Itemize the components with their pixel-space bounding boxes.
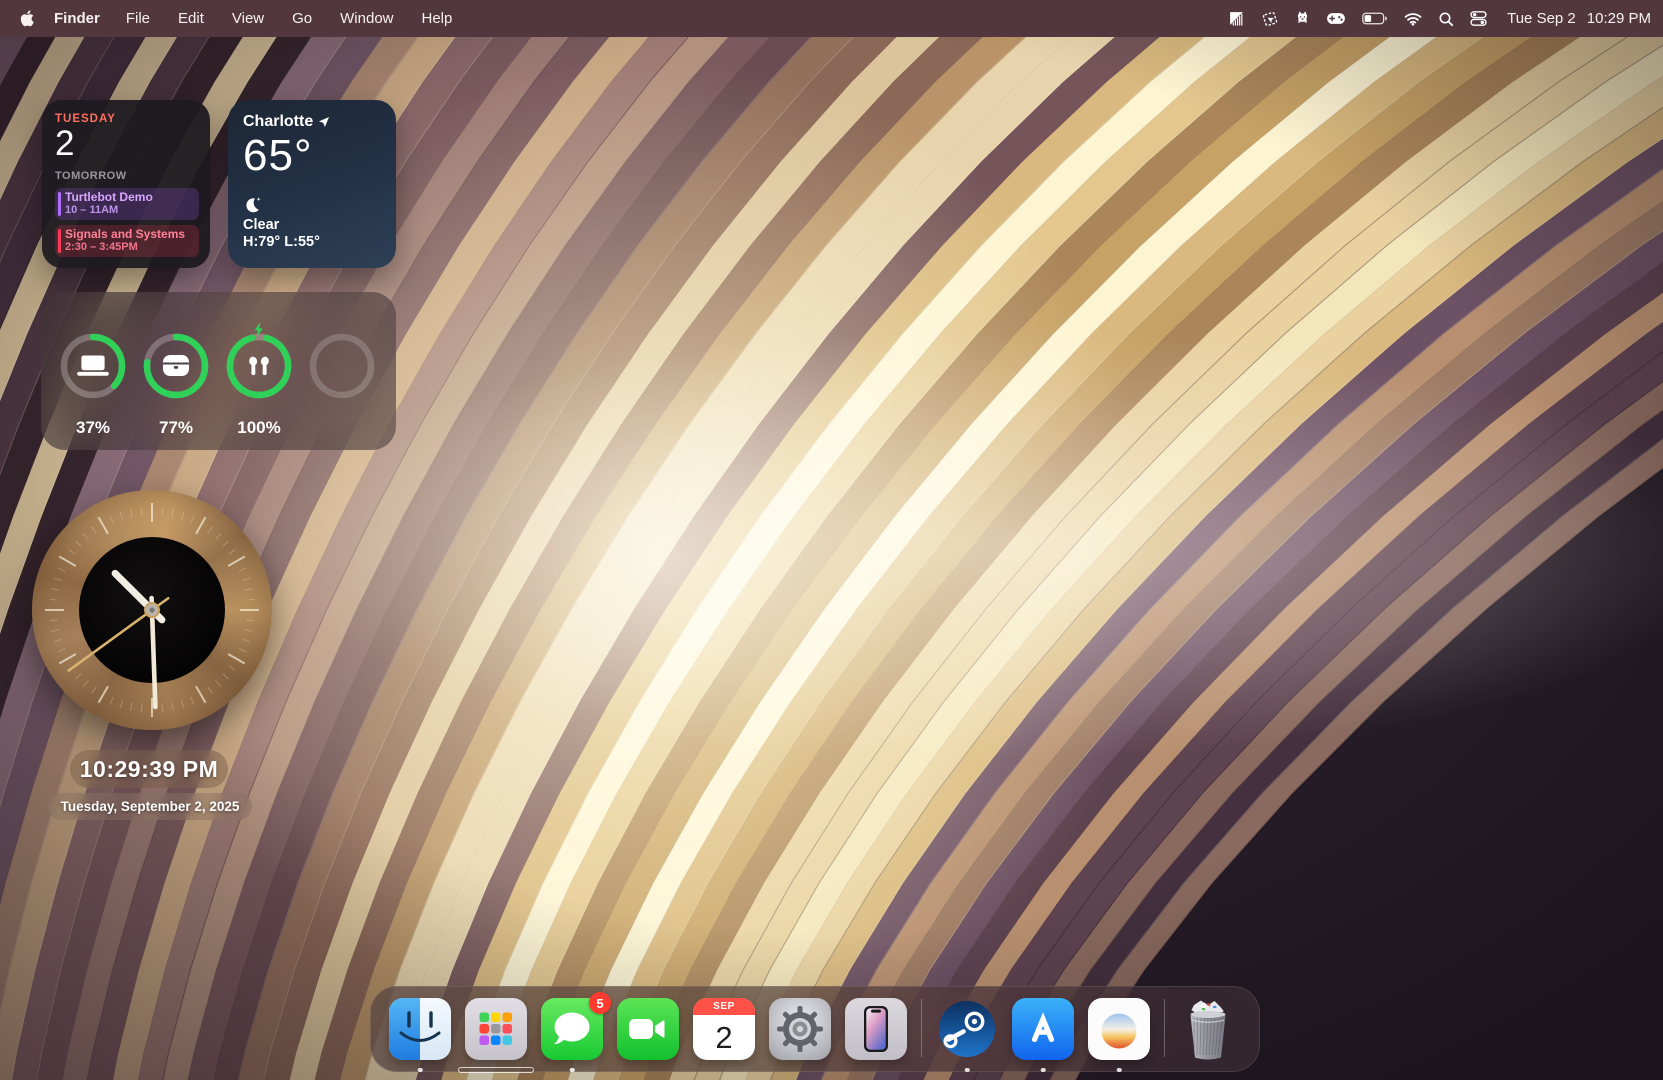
battery-ring-empty: [304, 328, 380, 438]
battery-icon[interactable]: [1354, 0, 1396, 37]
calendar-events: Turtlebot Demo 10 – 11AM Signals and Sys…: [55, 188, 199, 257]
date-label: Tuesday, September 2, 2025: [48, 793, 252, 820]
menu-bar-left: Finder FileEditViewGoWindowHelp: [0, 10, 466, 27]
dock-item-calendar[interactable]: SEP 2: [693, 998, 755, 1060]
dock-item-settings[interactable]: [769, 998, 831, 1060]
dock-divider: [1164, 999, 1165, 1057]
game-controller-icon[interactable]: [1318, 0, 1354, 37]
dock-calendar-month: SEP: [693, 998, 755, 1015]
calendar-section-label: TOMORROW: [55, 170, 199, 182]
running-indicator: [570, 1068, 575, 1073]
macbook-icon: [55, 328, 131, 404]
dock-item-facetime[interactable]: [617, 998, 679, 1060]
calendar-event[interactable]: Turtlebot Demo 10 – 11AM: [55, 188, 199, 220]
event-time: 10 – 11AM: [65, 204, 193, 216]
running-indicator: [965, 1068, 970, 1073]
menu-file[interactable]: File: [112, 10, 164, 27]
menu-bar-clock[interactable]: Tue Sep 2 10:29 PM: [1507, 10, 1651, 27]
battery-ring-airpods-case: 77%: [138, 328, 214, 438]
analog-clock-widget[interactable]: [32, 490, 272, 730]
weather-condition: Clear: [243, 217, 381, 233]
menu-items: FileEditViewGoWindowHelp: [112, 10, 467, 27]
wifi-icon[interactable]: [1396, 0, 1430, 37]
battery-percent-label: 37%: [76, 418, 110, 438]
calendar-event[interactable]: Signals and Systems 2:30 – 3:45PM: [55, 225, 199, 257]
menu-bar-right: Tue Sep 2 10:29 PM: [1220, 0, 1663, 37]
event-color-bar: [58, 192, 61, 216]
menu-edit[interactable]: Edit: [164, 10, 218, 27]
desktop: Finder FileEditViewGoWindowHelp Tue Sep …: [0, 0, 1663, 1080]
dock-item-iphone-mirroring[interactable]: [845, 998, 907, 1060]
menu-bar-time: 10:29 PM: [1587, 10, 1651, 27]
display-split-icon[interactable]: [1220, 0, 1253, 37]
running-indicator: [1041, 1068, 1046, 1073]
menu-go[interactable]: Go: [278, 10, 326, 27]
event-time: 2:30 – 3:45PM: [65, 241, 193, 253]
location-arrow-icon: [318, 116, 330, 128]
battery-ring-macbook: 37%: [55, 328, 131, 438]
ollama-llama-icon[interactable]: [1287, 0, 1318, 37]
dock-item-steam[interactable]: [936, 998, 998, 1060]
event-title: Turtlebot Demo: [65, 190, 193, 204]
digital-time: 10:29:39 PM: [70, 750, 228, 788]
running-indicator: [418, 1068, 423, 1073]
clock-hands: [32, 490, 272, 730]
dock-divider: [921, 999, 922, 1057]
event-title: Signals and Systems: [65, 227, 193, 241]
dock-item-sunrise-app[interactable]: [1088, 998, 1150, 1060]
menu-help[interactable]: Help: [408, 10, 467, 27]
apple-menu-icon[interactable]: [12, 10, 48, 27]
menu-window[interactable]: Window: [326, 10, 407, 27]
control-center-icon[interactable]: [1462, 0, 1495, 37]
dock: 5 SEP 2: [370, 986, 1260, 1072]
dock-item-finder[interactable]: [389, 998, 451, 1060]
moon-clear-icon: [243, 195, 381, 215]
battery-ring-airpods: 100%: [221, 328, 297, 438]
spotlight-search-icon[interactable]: [1430, 0, 1462, 37]
notification-badge: 5: [589, 992, 611, 1014]
charging-bolt-icon: [253, 321, 266, 343]
weather-city: Charlotte: [243, 113, 313, 131]
running-indicator: [1117, 1068, 1122, 1073]
calendar-weekday: TUESDAY: [55, 113, 199, 125]
dock-item-launchpad[interactable]: [465, 998, 527, 1060]
menu-bar-date: Tue Sep 2: [1507, 10, 1576, 27]
battery-percent-label: 77%: [159, 418, 193, 438]
menu-view[interactable]: View: [218, 10, 278, 27]
weather-temperature: 65°: [243, 131, 381, 181]
dock-indicator-line: [458, 1067, 534, 1073]
menu-bar: Finder FileEditViewGoWindowHelp Tue Sep …: [0, 0, 1663, 37]
battery-percent-label: 100%: [237, 418, 280, 438]
airpods-case-icon: [138, 328, 214, 404]
event-color-bar: [58, 229, 61, 253]
weather-widget[interactable]: Charlotte 65° Clear H:79° L:55°: [228, 100, 396, 268]
screen-capture-icon[interactable]: [1253, 0, 1287, 37]
status-icons: [1220, 0, 1495, 37]
dock-item-messages[interactable]: 5: [541, 998, 603, 1060]
dock-item-app-store[interactable]: [1012, 998, 1074, 1060]
weather-high-low: H:79° L:55°: [243, 234, 381, 250]
calendar-day-number: 2: [55, 126, 199, 163]
empty-icon: [304, 328, 380, 404]
dock-calendar-day: 2: [693, 1015, 755, 1060]
dock-item-trash[interactable]: [1179, 998, 1241, 1060]
calendar-widget[interactable]: TUESDAY 2 TOMORROW Turtlebot Demo 10 – 1…: [42, 100, 210, 268]
batteries-widget[interactable]: 37% 77% 100%: [41, 292, 396, 450]
active-app-name[interactable]: Finder: [48, 10, 112, 27]
